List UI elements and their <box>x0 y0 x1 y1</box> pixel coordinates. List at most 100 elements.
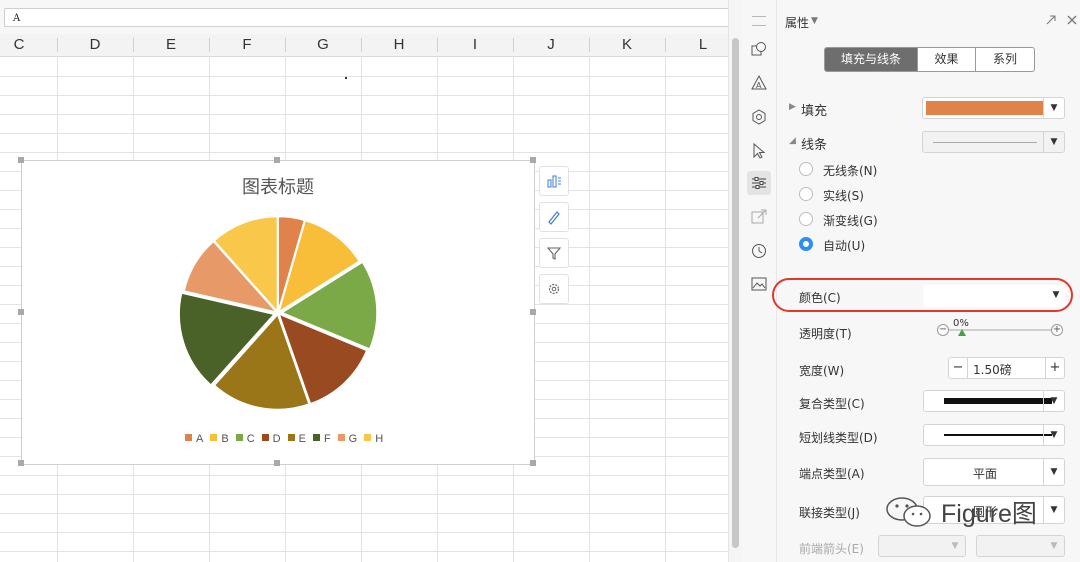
line-style-preview <box>933 142 1037 143</box>
chevron-down-icon[interactable]: ◢ <box>789 136 796 146</box>
column-header-h[interactable]: H <box>361 34 437 56</box>
tab-series[interactable]: 系列 <box>975 48 1034 71</box>
chevron-right-icon[interactable]: ▶ <box>789 102 796 112</box>
line-color-dropdown[interactable]: ▼ <box>923 285 1066 307</box>
svg-text:A: A <box>756 81 762 90</box>
column-header-c[interactable]: C <box>0 34 57 56</box>
radio-button[interactable] <box>799 162 813 176</box>
chevron-down-icon[interactable]: ▼ <box>1043 132 1064 152</box>
legend-item-g[interactable]: G <box>337 433 358 445</box>
width-stepper[interactable]: − 1.50磅 + <box>948 357 1065 379</box>
column-header-row: CDEFGHIJKL <box>0 34 728 57</box>
properties-icon[interactable] <box>747 171 771 195</box>
chart-tools <box>539 166 570 310</box>
history-icon[interactable] <box>749 241 769 261</box>
line-style-dropdown[interactable]: ▼ <box>922 131 1065 153</box>
radio-button[interactable] <box>799 187 813 201</box>
task-pane-icon-strip: A <box>742 0 777 562</box>
chevron-down-icon[interactable]: ▼ <box>1044 536 1064 556</box>
tab-effects[interactable]: 效果 <box>917 48 975 71</box>
tab-bar: 填充与线条 效果 系列 <box>824 47 1035 72</box>
legend-label: G <box>348 433 358 445</box>
front-arrow-type-dropdown[interactable]: ▼ <box>878 535 966 557</box>
legend-label: A <box>196 433 204 445</box>
compound-type-label: 复合类型(C) <box>799 397 865 411</box>
transparency-decrease-button[interactable]: − <box>937 324 949 336</box>
grip-icon[interactable] <box>752 16 766 26</box>
legend-swatch <box>185 434 192 441</box>
width-increase-button[interactable]: + <box>1045 358 1064 378</box>
text-style-icon[interactable]: A <box>749 73 769 93</box>
chart-settings-button[interactable] <box>539 274 569 304</box>
compound-type-dropdown[interactable]: ▼ <box>923 390 1065 412</box>
chevron-down-icon[interactable]: ▼ <box>945 536 965 556</box>
transparency-increase-button[interactable]: + <box>1051 324 1063 336</box>
join-type-label: 联接类型(J) <box>799 506 860 520</box>
resize-handle[interactable] <box>530 157 536 163</box>
picture-icon[interactable] <box>749 274 769 294</box>
chevron-down-icon[interactable]: ▼ <box>1043 391 1064 411</box>
resize-handle[interactable] <box>18 308 24 315</box>
chevron-down-icon[interactable]: ▼ <box>1043 459 1064 485</box>
formula-input[interactable]: A <box>4 8 728 27</box>
panel-title[interactable]: 属性 <box>785 14 809 31</box>
dash-type-dropdown[interactable]: ▼ <box>923 424 1065 446</box>
pie-chart[interactable]: 图表标题 ABCDEFGH <box>18 157 536 466</box>
transparency-slider-thumb[interactable] <box>958 329 966 336</box>
legend-item-a[interactable]: A <box>185 433 203 445</box>
cap-type-value: 平面 <box>972 467 997 481</box>
legend-item-b[interactable]: B <box>210 433 229 445</box>
radio-button[interactable] <box>799 212 813 226</box>
close-icon[interactable] <box>1066 14 1078 26</box>
column-header-l[interactable]: L <box>665 34 728 56</box>
legend-item-f[interactable]: F <box>312 433 331 445</box>
pin-icon[interactable] <box>1045 14 1057 26</box>
front-arrow-size-dropdown[interactable]: ▼ <box>976 535 1065 557</box>
color-scheme-icon[interactable] <box>749 107 769 127</box>
watermark-text: Figure图 <box>941 500 1037 528</box>
width-input[interactable]: 1.50磅 <box>973 361 1012 378</box>
column-header-j[interactable]: J <box>513 34 589 56</box>
column-header-d[interactable]: D <box>57 34 133 56</box>
chart-style-button[interactable] <box>539 202 569 232</box>
legend-label: E <box>298 433 306 445</box>
chart-legend[interactable]: A B C D E F G H <box>185 433 390 447</box>
vertical-scrollbar[interactable] <box>728 0 743 562</box>
chevron-down-icon[interactable]: ▼ <box>1043 98 1064 118</box>
resize-handle[interactable] <box>530 308 536 315</box>
front-arrow-label: 前端箭头(E) <box>799 542 864 556</box>
shapes-icon[interactable] <box>749 39 769 59</box>
chevron-down-icon[interactable]: ▼ <box>1043 425 1064 445</box>
scrollbar-thumb[interactable] <box>732 38 739 548</box>
legend-item-c[interactable]: C <box>235 433 255 445</box>
legend-item-e[interactable]: E <box>287 433 306 445</box>
select-cursor-icon[interactable] <box>749 141 769 161</box>
radio-button[interactable] <box>799 237 813 251</box>
column-header-k[interactable]: K <box>589 34 665 56</box>
column-header-f[interactable]: F <box>209 34 285 56</box>
properties-panel: 属性 ▼ 填充与线条 效果 系列 ▶ 填充 ▼ ◢ 线条 ▼ 无线条(N) 实线… <box>772 0 1080 562</box>
legend-label: C <box>246 433 255 445</box>
chart-filter-button[interactable] <box>539 238 569 268</box>
pie-plot[interactable] <box>22 161 534 464</box>
resize-handle[interactable] <box>274 157 280 163</box>
fill-color-dropdown[interactable]: ▼ <box>922 97 1065 119</box>
legend-item-h[interactable]: H <box>364 433 383 445</box>
resize-handle[interactable] <box>274 460 280 466</box>
resize-handle[interactable] <box>530 460 536 466</box>
export-icon[interactable] <box>749 207 769 227</box>
column-header-e[interactable]: E <box>133 34 209 56</box>
width-decrease-button[interactable]: − <box>949 358 968 378</box>
chevron-down-icon[interactable]: ▼ <box>1046 285 1066 305</box>
column-header-i[interactable]: I <box>437 34 513 56</box>
resize-handle[interactable] <box>18 157 24 163</box>
chevron-down-icon[interactable]: ▼ <box>1043 497 1064 523</box>
legend-item-d[interactable]: D <box>261 433 281 445</box>
column-header-g[interactable]: G <box>285 34 361 56</box>
resize-handle[interactable] <box>18 460 24 466</box>
chevron-down-icon[interactable]: ▼ <box>811 16 818 26</box>
cap-type-dropdown[interactable]: 平面 ▼ <box>923 458 1065 486</box>
tab-fill-and-line[interactable]: 填充与线条 <box>825 48 917 71</box>
chart-elements-button[interactable] <box>539 166 569 196</box>
formula-bar: A <box>0 0 728 35</box>
